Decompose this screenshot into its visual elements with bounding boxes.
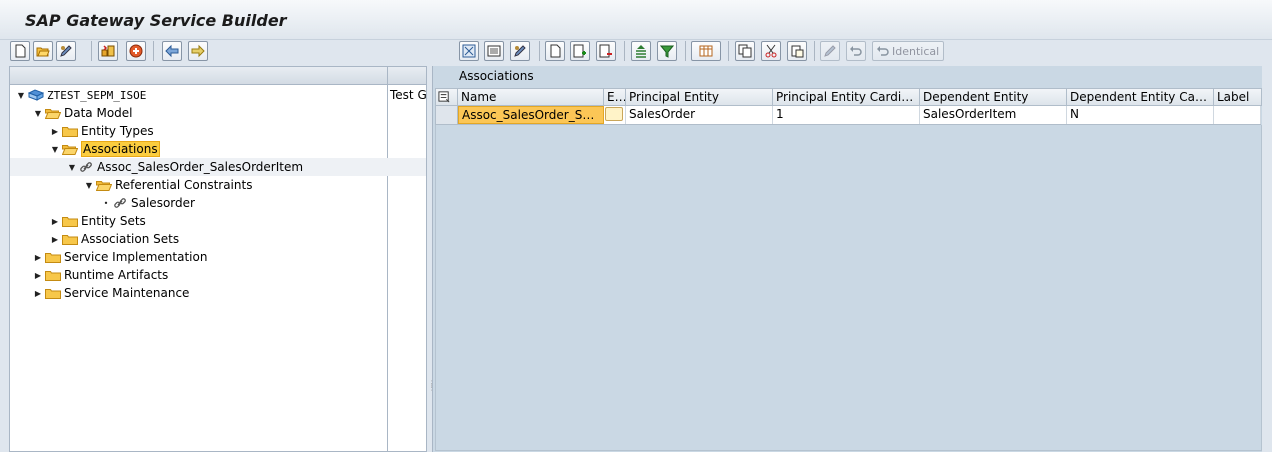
- layout-menu-icon[interactable]: [691, 41, 721, 61]
- tree-node-label: ZTEST_SEPM_ISOE: [47, 88, 147, 102]
- cell-name[interactable]: Assoc_SalesOrder_Sales...: [458, 106, 604, 124]
- collapsed-arrow-icon[interactable]: ▶: [50, 216, 60, 226]
- cell-dependent-cardinality[interactable]: N: [1067, 106, 1214, 124]
- expanded-arrow-icon[interactable]: ▼: [33, 108, 43, 118]
- folder-open-icon: [62, 143, 78, 155]
- folder-icon: [62, 125, 78, 137]
- row-selector[interactable]: [436, 106, 458, 124]
- tree-node[interactable]: ▼ Referential Constraints: [10, 176, 426, 194]
- tree-node-label: Salesorder: [131, 196, 195, 210]
- tree-node-label: Service Maintenance: [64, 286, 190, 300]
- tree-node[interactable]: ▶ Runtime Artifacts: [10, 266, 426, 284]
- undo-icon[interactable]: [846, 41, 866, 61]
- delete-row-icon[interactable]: [596, 41, 616, 61]
- tree-node-label: Entity Types: [81, 124, 154, 138]
- folder-open-icon: [45, 107, 61, 119]
- title-bar: SAP Gateway Service Builder: [0, 0, 1272, 40]
- tree-node[interactable]: ▼ ZTEST_SEPM_ISOE: [10, 86, 426, 104]
- folder-icon: [45, 269, 61, 281]
- tree-node-label: Runtime Artifacts: [64, 268, 169, 282]
- back-icon[interactable]: [162, 41, 182, 61]
- cell-dependent-entity[interactable]: SalesOrderItem: [920, 106, 1067, 124]
- expanded-arrow-icon[interactable]: ▼: [84, 180, 94, 190]
- collapsed-arrow-icon[interactable]: ▶: [33, 288, 43, 298]
- tree-node[interactable]: ▶ Association Sets: [10, 230, 426, 248]
- link-icon: [79, 160, 93, 174]
- forward-icon[interactable]: [188, 41, 208, 61]
- table-row[interactable]: Assoc_SalesOrder_Sales... SalesOrder 1 S…: [435, 106, 1261, 125]
- tree-header: [9, 66, 427, 85]
- cell-label[interactable]: [1214, 106, 1261, 124]
- column-header-principal-cardinality[interactable]: Principal Entity Cardinality: [773, 89, 920, 105]
- cell-principal-cardinality[interactable]: 1: [773, 106, 920, 124]
- create-icon[interactable]: [10, 41, 30, 61]
- e-checkbox[interactable]: [605, 107, 623, 121]
- edit-icon[interactable]: [56, 41, 76, 61]
- tree-node[interactable]: ▶ Entity Sets: [10, 212, 426, 230]
- identical-label: Identical: [892, 44, 940, 58]
- column-header-name[interactable]: Name: [458, 89, 604, 105]
- where-used-icon[interactable]: [820, 41, 840, 61]
- cell-e[interactable]: [604, 106, 626, 124]
- cell-principal-entity[interactable]: SalesOrder: [626, 106, 773, 124]
- paste-icon[interactable]: [787, 41, 807, 61]
- sort-ascending-icon[interactable]: [631, 41, 651, 61]
- insert-row-icon[interactable]: [570, 41, 590, 61]
- new-row-icon[interactable]: [545, 41, 565, 61]
- grid-header: Name E... Principal Entity Principal Ent…: [435, 88, 1262, 106]
- tree-node-label: Association Sets: [81, 232, 180, 246]
- collapsed-arrow-icon[interactable]: ▶: [50, 126, 60, 136]
- generate-icon[interactable]: [98, 41, 118, 61]
- expanded-arrow-icon[interactable]: ▼: [67, 162, 77, 172]
- tree-node-label: Associations: [81, 141, 160, 157]
- identical-button[interactable]: Identical: [872, 41, 944, 61]
- associations-title: Associations: [459, 69, 534, 83]
- link-icon: [113, 196, 127, 210]
- cut-icon[interactable]: [761, 41, 781, 61]
- folder-icon: [45, 287, 61, 299]
- tree-node-label: Referential Constraints: [115, 178, 253, 192]
- tree-node[interactable]: ▼ Associations: [10, 140, 426, 158]
- app-title: SAP Gateway Service Builder: [25, 11, 287, 30]
- open-icon[interactable]: [33, 41, 53, 61]
- tree-node-label: Service Implementation: [64, 250, 208, 264]
- tree-node[interactable]: ▶ Service Implementation: [10, 248, 426, 266]
- tree-node[interactable]: ▼ Assoc_SalesOrder_SalesOrderItem: [10, 158, 426, 176]
- details-icon[interactable]: [484, 41, 504, 61]
- copy-icon[interactable]: [735, 41, 755, 61]
- folder-open-icon: [96, 179, 112, 191]
- folder-icon: [45, 251, 61, 263]
- tree-node[interactable]: ▶ Entity Types: [10, 122, 426, 140]
- select-all-icon[interactable]: [436, 89, 458, 105]
- tree-node[interactable]: ▶ Service Maintenance: [10, 284, 426, 302]
- column-header-label[interactable]: Label: [1214, 89, 1261, 105]
- expanded-arrow-icon[interactable]: ▼: [16, 90, 26, 100]
- check-icon[interactable]: [126, 41, 146, 61]
- leaf-bullet-icon: •: [103, 198, 109, 208]
- display-icon[interactable]: [459, 41, 479, 61]
- column-header-dependent-cardinality[interactable]: Dependent Entity Cardin...: [1067, 89, 1214, 105]
- tree-node-label: Data Model: [64, 106, 133, 120]
- filter-icon[interactable]: [657, 41, 677, 61]
- collapsed-arrow-icon[interactable]: ▶: [50, 234, 60, 244]
- tree-node-label: Entity Sets: [81, 214, 146, 228]
- tree-node[interactable]: • Salesorder: [10, 194, 426, 212]
- grid-empty-area: [435, 125, 1262, 451]
- column-header-principal-entity[interactable]: Principal Entity: [626, 89, 773, 105]
- change-icon[interactable]: [510, 41, 530, 61]
- project-icon: [28, 89, 44, 101]
- collapsed-arrow-icon[interactable]: ▶: [33, 270, 43, 280]
- expanded-arrow-icon[interactable]: ▼: [50, 144, 60, 154]
- tree-node[interactable]: ▼ Data Model: [10, 104, 426, 122]
- folder-icon: [62, 215, 78, 227]
- column-header-e[interactable]: E...: [604, 89, 626, 105]
- tree-node-label: Assoc_SalesOrder_SalesOrderItem: [97, 160, 304, 174]
- folder-icon: [62, 233, 78, 245]
- column-header-dependent-entity[interactable]: Dependent Entity: [920, 89, 1067, 105]
- collapsed-arrow-icon[interactable]: ▶: [33, 252, 43, 262]
